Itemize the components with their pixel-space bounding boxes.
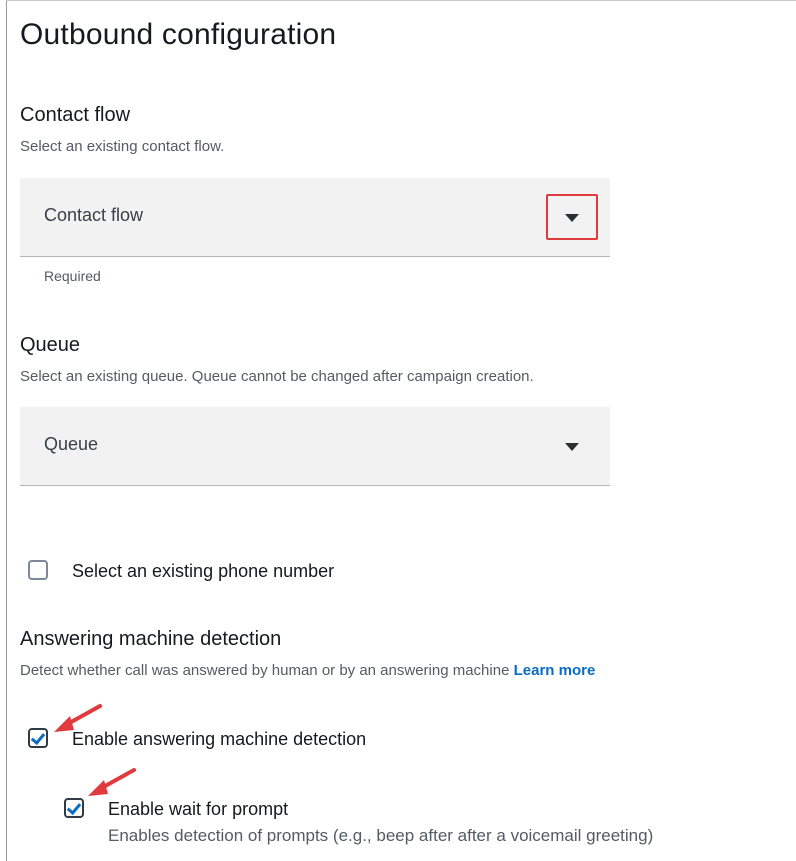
checkmark-icon	[30, 729, 46, 746]
phone-number-checkbox[interactable]	[28, 560, 48, 580]
contact-flow-description: Select an existing contact flow.	[20, 138, 225, 155]
contact-flow-label: Contact flow	[20, 104, 131, 126]
page-title: Outbound configuration	[20, 18, 337, 51]
frame-border-left	[6, 0, 7, 861]
wait-for-prompt-checkbox[interactable]	[64, 798, 84, 818]
amd-description-text: Detect whether call was answered by huma…	[20, 662, 510, 679]
queue-select[interactable]: Queue	[20, 407, 610, 486]
contact-flow-constraint: Required	[44, 268, 101, 284]
enable-amd-label: Enable answering machine detection	[72, 729, 367, 749]
amd-title: Answering machine detection	[20, 628, 282, 650]
enable-amd-checkbox[interactable]	[28, 728, 48, 748]
annotation-arrow-icon	[88, 768, 136, 796]
caret-down-icon[interactable]	[565, 214, 579, 222]
learn-more-link[interactable]: Learn more	[514, 662, 596, 679]
checkmark-icon	[66, 799, 82, 816]
queue-placeholder: Queue	[44, 434, 99, 454]
contact-flow-placeholder: Contact flow	[44, 205, 144, 225]
phone-number-label: Select an existing phone number	[72, 561, 335, 581]
contact-flow-select[interactable]: Contact flow	[20, 178, 610, 257]
frame-border-top	[6, 0, 796, 1]
amd-description: Detect whether call was answered by huma…	[20, 662, 595, 679]
queue-description: Select an existing queue. Queue cannot b…	[20, 368, 534, 385]
wait-for-prompt-description: Enables detection of prompts (e.g., beep…	[108, 826, 654, 845]
annotation-arrow-icon	[54, 704, 102, 732]
queue-label: Queue	[20, 334, 81, 356]
caret-down-icon[interactable]	[565, 443, 579, 451]
